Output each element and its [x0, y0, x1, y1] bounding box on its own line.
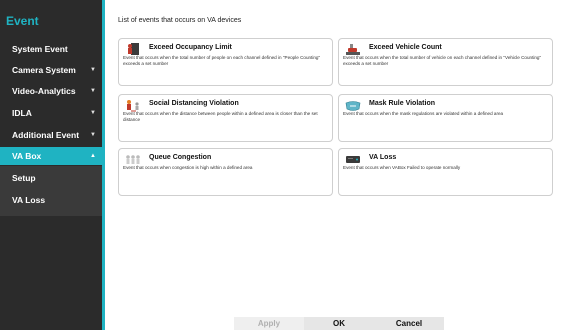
event-card-mask-rule[interactable]: Mask Rule Violation Event that occurs wh…: [338, 94, 553, 142]
card-title: Queue Congestion: [149, 154, 212, 161]
card-title: Exceed Vehicle Count: [369, 44, 442, 51]
card-description: Event that occurs when the total number …: [343, 55, 542, 66]
sidebar-item-label: Video-Analytics: [12, 86, 76, 96]
ok-button[interactable]: OK: [304, 317, 374, 330]
sidebar-item-label: Additional Event: [12, 130, 80, 140]
sidebar-item-camera-system[interactable]: Camera System ▼: [0, 61, 102, 79]
chevron-down-icon: ▼: [90, 110, 96, 116]
event-card-queue-congestion[interactable]: Queue Congestion Event that occurs when …: [118, 148, 333, 196]
sidebar-item-label: Setup: [12, 173, 36, 183]
page-title: List of events that occurs on VA devices: [118, 17, 242, 24]
sidebar-item-label: Camera System: [12, 65, 76, 75]
card-title: Social Distancing Violation: [149, 100, 239, 107]
sidebar-header: Event: [6, 14, 39, 28]
sidebar-item-label: System Event: [12, 44, 68, 54]
chevron-down-icon: ▼: [90, 88, 96, 94]
sidebar-item-idla[interactable]: IDLA ▼: [0, 104, 102, 122]
sidebar-item-setup[interactable]: Setup: [0, 169, 102, 187]
sidebar-item-system-event[interactable]: System Event: [0, 40, 102, 58]
chevron-down-icon: ▼: [90, 67, 96, 73]
card-description: Event that occurs when the distance betw…: [123, 111, 318, 122]
sidebar-item-additional-event[interactable]: Additional Event ▼: [0, 126, 102, 144]
cancel-button[interactable]: Cancel: [374, 317, 444, 330]
sidebar-item-label: VA Box: [12, 151, 42, 161]
apply-button[interactable]: Apply: [234, 317, 304, 330]
event-card-exceed-occupancy[interactable]: Exceed Occupancy Limit Event that occurs…: [118, 38, 333, 86]
sidebar: Event System Event Camera System ▼ Video…: [0, 0, 105, 330]
card-description: Event that occurs when congestion is hig…: [123, 165, 253, 170]
card-title: VA Loss: [369, 154, 397, 161]
card-description: Event that occurs when the total number …: [123, 55, 321, 66]
card-description: Event that occurs when VABox Failed to o…: [343, 165, 461, 170]
event-card-va-loss[interactable]: VA Loss Event that occurs when VABox Fai…: [338, 148, 553, 196]
event-card-exceed-vehicle[interactable]: Exceed Vehicle Count Event that occurs w…: [338, 38, 553, 86]
chevron-up-icon: ▲: [90, 153, 96, 159]
chevron-down-icon: ▼: [90, 132, 96, 138]
card-title: Mask Rule Violation: [369, 100, 435, 107]
sidebar-item-va-loss[interactable]: VA Loss: [0, 191, 102, 209]
sidebar-item-label: IDLA: [12, 108, 32, 118]
card-title: Exceed Occupancy Limit: [149, 44, 232, 51]
sidebar-item-label: VA Loss: [12, 195, 46, 205]
event-card-social-distancing[interactable]: Social Distancing Violation Event that o…: [118, 94, 333, 142]
sidebar-item-va-box[interactable]: VA Box ▲: [0, 147, 102, 165]
card-description: Event that occurs when the mask regulati…: [343, 111, 504, 116]
sidebar-item-video-analytics[interactable]: Video-Analytics ▼: [0, 82, 102, 100]
